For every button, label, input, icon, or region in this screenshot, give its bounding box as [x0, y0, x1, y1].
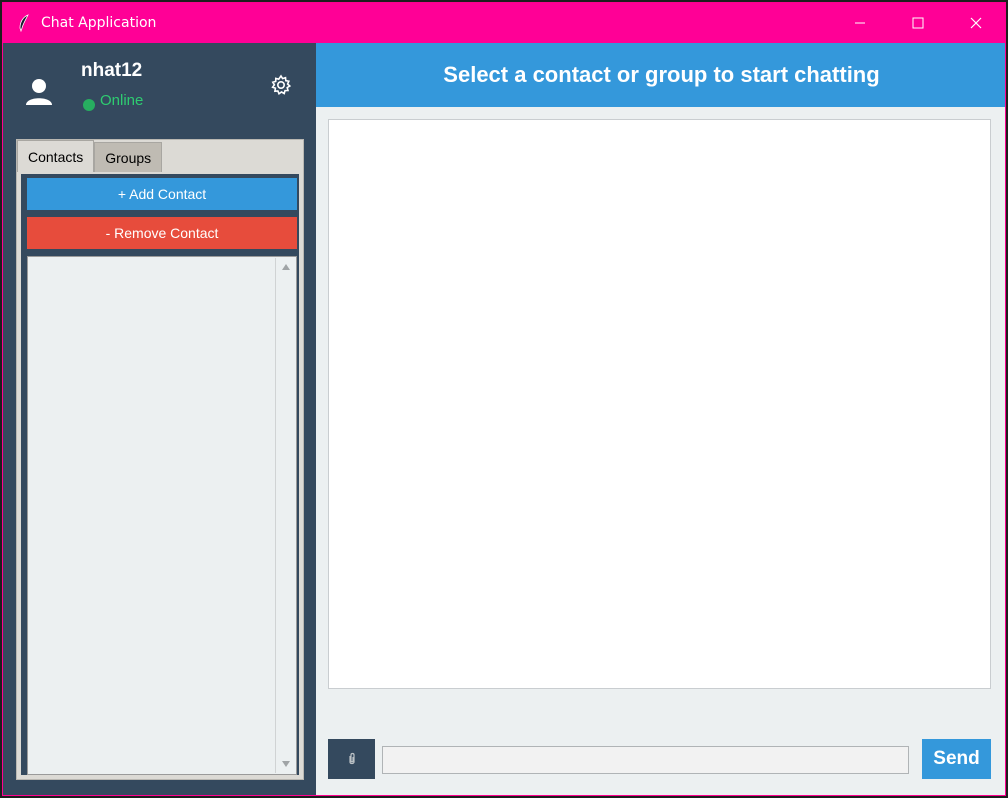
scroll-up-icon[interactable] [280, 262, 292, 272]
gear-icon [271, 74, 292, 96]
username: nhat12 [81, 60, 143, 81]
settings-button[interactable] [269, 73, 293, 97]
send-button[interactable]: Send [922, 739, 991, 779]
window-controls [831, 3, 1005, 43]
chat-main: Select a contact or group to start chatt… [316, 43, 1005, 795]
window-title: Chat Application [41, 15, 157, 31]
sidebar: nhat12 Online Contacts Groups + Add Cont… [3, 43, 316, 795]
paperclip-icon [348, 752, 355, 765]
scroll-down-icon[interactable] [280, 759, 292, 769]
tab-contacts[interactable]: Contacts [17, 140, 95, 172]
user-icon [25, 77, 53, 107]
add-contact-button[interactable]: + Add Contact [27, 178, 297, 210]
chat-header-title: Select a contact or group to start chatt… [443, 62, 880, 87]
message-area[interactable] [328, 119, 991, 689]
maximize-icon [912, 17, 924, 29]
chat-header: Select a contact or group to start chatt… [316, 43, 1005, 107]
feather-icon [17, 13, 31, 33]
contact-list-scrollbar[interactable] [275, 258, 295, 773]
tab-bar: Contacts Groups [17, 140, 163, 172]
remove-contact-button[interactable]: - Remove Contact [27, 217, 297, 249]
minimize-button[interactable] [831, 3, 889, 43]
message-input[interactable] [382, 746, 909, 774]
attach-button[interactable] [328, 739, 375, 779]
tab-groups[interactable]: Groups [94, 142, 163, 172]
chat-application-window: Chat Application nhat12 Online Contacts … [2, 2, 1006, 796]
maximize-button[interactable] [889, 3, 947, 43]
contacts-panel: + Add Contact - Remove Contact [19, 172, 301, 777]
contacts-groups-notebook: Contacts Groups + Add Contact - Remove C… [16, 139, 304, 780]
minimize-icon [855, 22, 865, 24]
contact-list[interactable] [27, 256, 297, 775]
close-button[interactable] [947, 3, 1005, 43]
title-bar[interactable]: Chat Application [3, 3, 1005, 43]
close-icon [970, 17, 982, 29]
status-text: Online [100, 92, 144, 109]
status-dot [83, 99, 95, 111]
